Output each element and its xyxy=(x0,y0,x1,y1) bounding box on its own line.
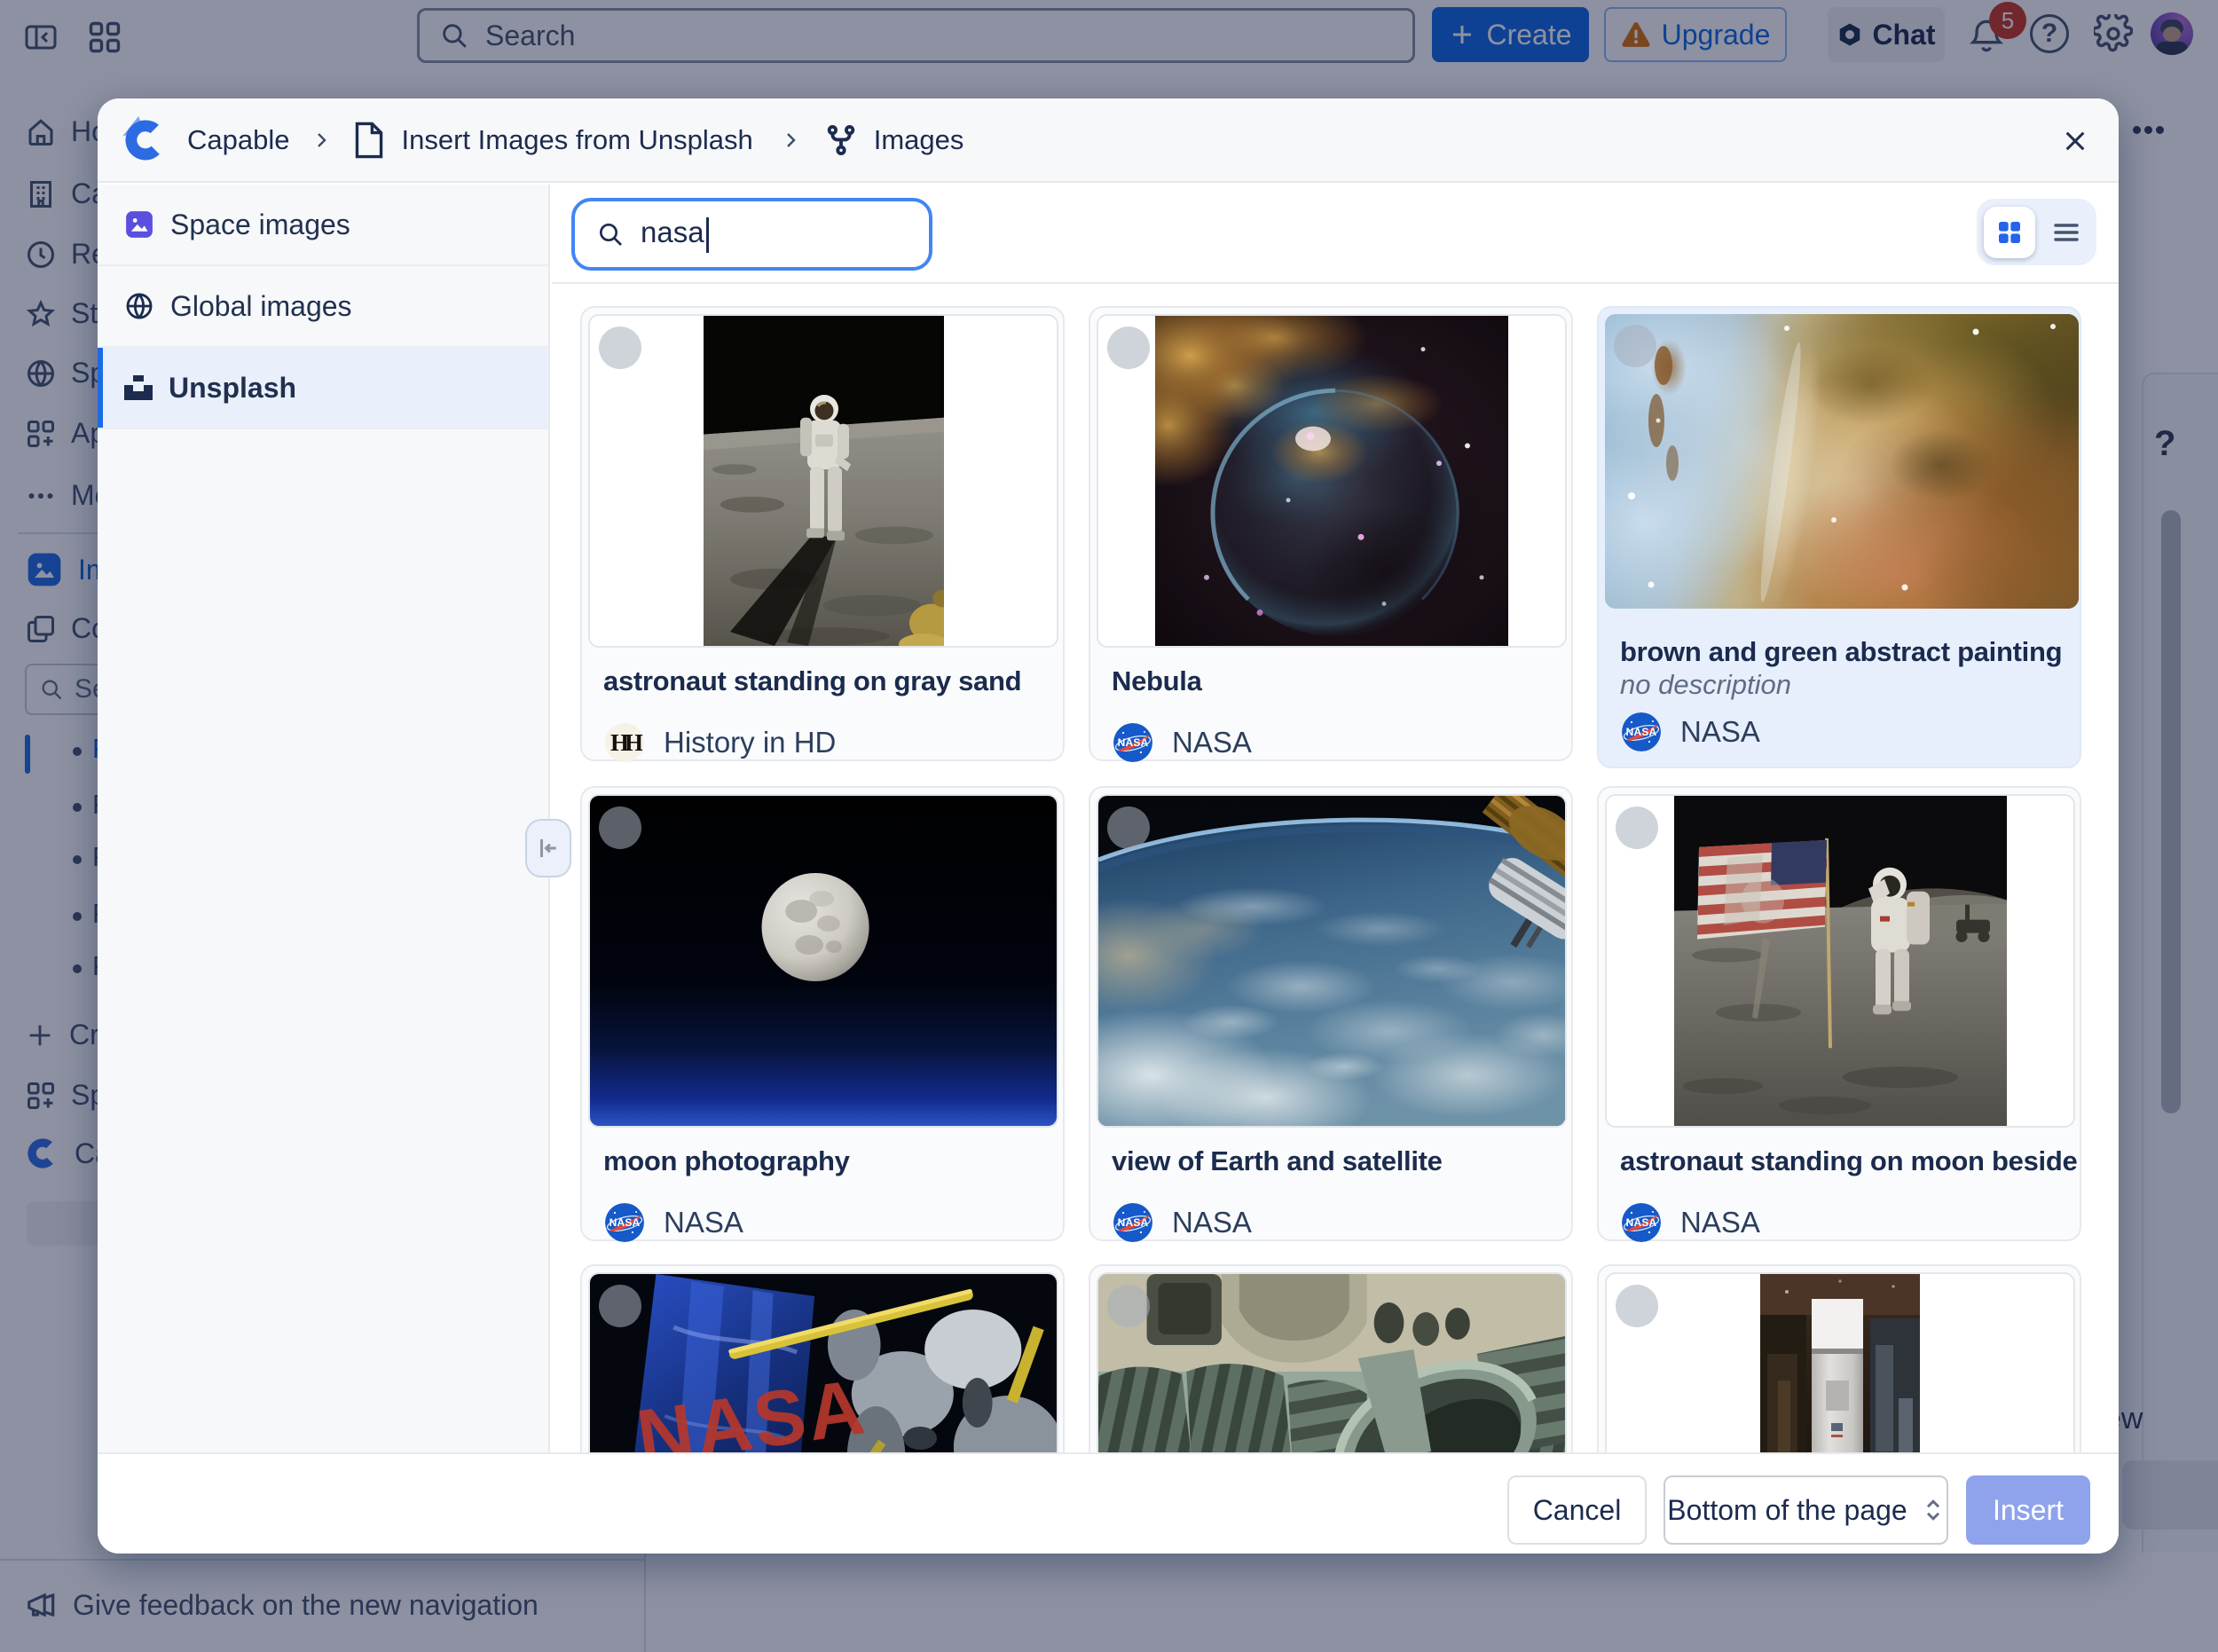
svg-text:NASA: NASA xyxy=(610,1216,641,1229)
svg-text:NASA: NASA xyxy=(1626,726,1657,738)
svg-text:NASA: NASA xyxy=(1118,1216,1149,1229)
svg-text:NASA: NASA xyxy=(1626,1216,1657,1229)
svg-text:NASA: NASA xyxy=(1118,736,1149,749)
